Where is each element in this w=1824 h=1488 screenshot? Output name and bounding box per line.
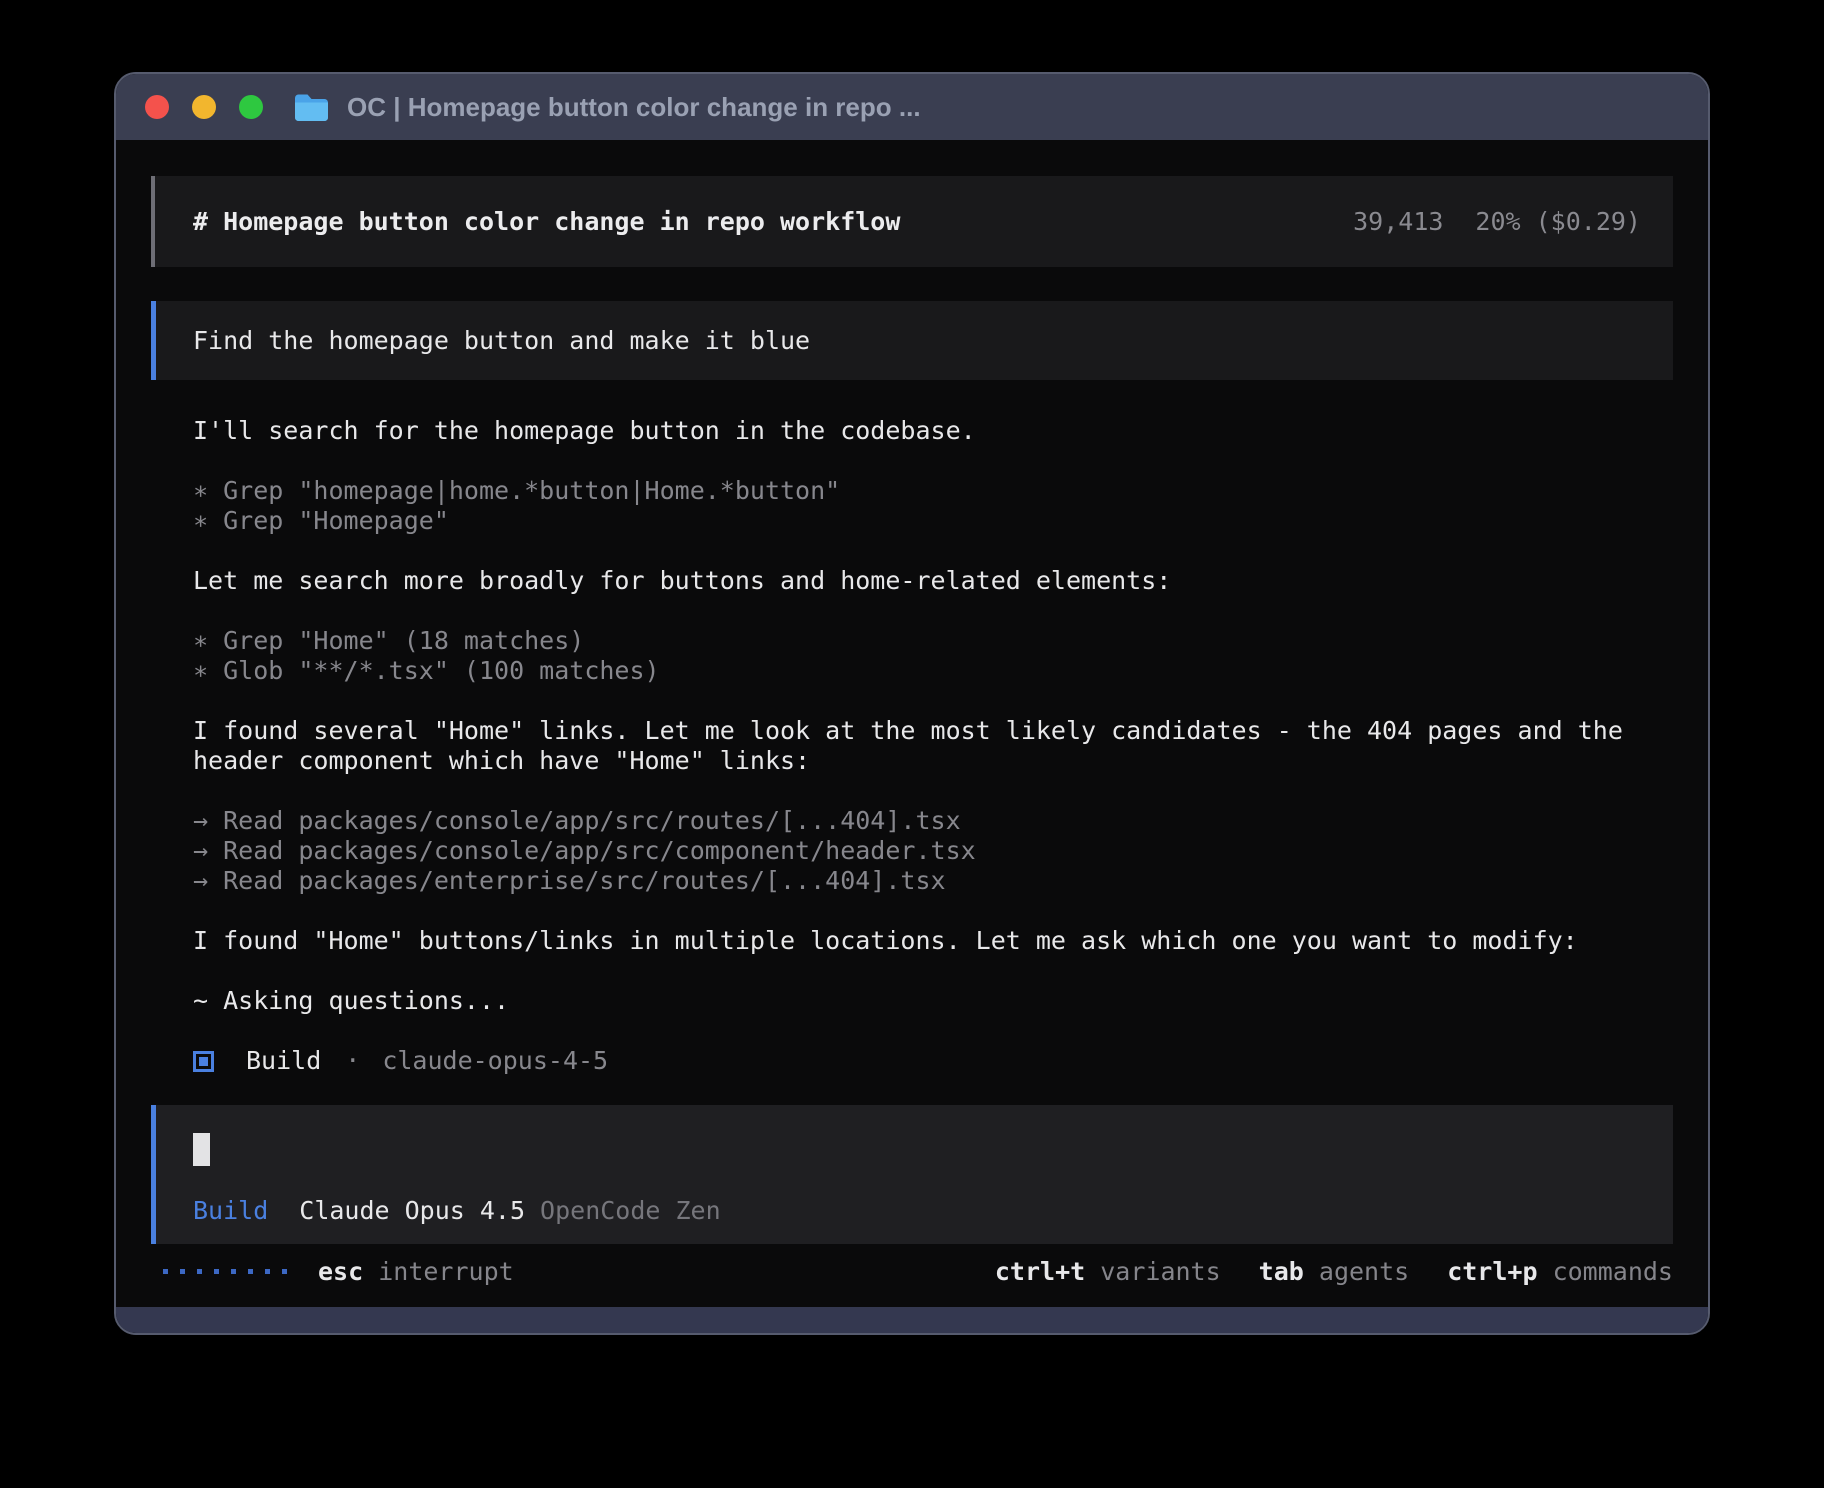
tool-call-line: → Read packages/console/app/src/routes/[… — [193, 806, 1673, 836]
session-title: # Homepage button color change in repo w… — [193, 207, 900, 236]
assistant-text-line: Let me search more broadly for buttons a… — [193, 566, 1673, 596]
tool-call-line: ∗ Grep "homepage|home.*button|Home.*butt… — [193, 476, 1673, 506]
tool-call-line: → Read packages/console/app/src/componen… — [193, 836, 1673, 866]
close-button[interactable] — [145, 95, 169, 119]
tool-call-line: ∗ Grep "Homepage" — [193, 506, 1673, 536]
transcript-gap — [193, 686, 1673, 716]
assistant-text-line: I'll search for the homepage button in t… — [193, 416, 1673, 446]
titlebar[interactable]: OC | Homepage button color change in rep… — [116, 74, 1708, 140]
spinner-dot — [282, 1269, 287, 1274]
spinner-dot — [197, 1269, 202, 1274]
minimize-button[interactable] — [192, 95, 216, 119]
hint-interrupt: esc interrupt — [318, 1257, 514, 1286]
input-agent-label[interactable]: Build — [193, 1196, 268, 1225]
assistant-transcript: I'll search for the homepage button in t… — [151, 416, 1673, 1046]
transcript-gap — [193, 446, 1673, 476]
build-agent-icon — [193, 1051, 214, 1072]
status-bar: esc interrupt ctrl+t variants tab agents… — [151, 1256, 1673, 1286]
input-model-label[interactable]: Claude Opus 4.5 — [299, 1196, 525, 1225]
spinner-dot — [231, 1269, 236, 1274]
token-count: 39,413 — [1353, 207, 1443, 236]
folder-icon — [293, 93, 330, 122]
tool-call-line: ∗ Glob "**/*.tsx" (100 matches) — [193, 656, 1673, 686]
model-name: claude-opus-4-5 — [382, 1046, 608, 1076]
session-header: # Homepage button color change in repo w… — [151, 176, 1673, 267]
hint-commands: ctrl+p commands — [1447, 1257, 1673, 1286]
separator-dot: · — [345, 1046, 360, 1076]
tool-call-line: ∗ Grep "Home" (18 matches) — [193, 626, 1673, 656]
prompt-input[interactable]: Build Claude Opus 4.5 OpenCode Zen — [151, 1105, 1673, 1244]
terminal-content: # Homepage button color change in repo w… — [116, 140, 1708, 1307]
input-meta: Build Claude Opus 4.5 OpenCode Zen — [193, 1196, 1643, 1225]
input-provider-label: OpenCode Zen — [540, 1196, 721, 1225]
working-spinner-dots — [163, 1269, 299, 1274]
transcript-gap — [193, 896, 1673, 926]
hint-agents: tab agents — [1259, 1257, 1410, 1286]
agent-name: Build — [246, 1046, 321, 1076]
transcript-gap — [193, 776, 1673, 806]
user-message: Find the homepage button and make it blu… — [151, 301, 1673, 380]
agent-status-line: Build · claude-opus-4-5 — [193, 1046, 1673, 1076]
transcript-gap — [193, 596, 1673, 626]
spinner-dot — [214, 1269, 219, 1274]
context-usage: 20% ($0.29) — [1475, 207, 1641, 236]
terminal-window: OC | Homepage button color change in rep… — [114, 72, 1710, 1335]
assistant-text-line: ~ Asking questions... — [193, 986, 1673, 1016]
hint-variants: ctrl+t variants — [995, 1257, 1221, 1286]
assistant-text-line: I found "Home" buttons/links in multiple… — [193, 926, 1673, 956]
window-title: OC | Homepage button color change in rep… — [347, 92, 921, 123]
spinner-dot — [248, 1269, 253, 1274]
assistant-text-line: I found several "Home" links. Let me loo… — [193, 716, 1673, 776]
text-cursor — [193, 1133, 210, 1166]
tool-call-line: → Read packages/enterprise/src/routes/[.… — [193, 866, 1673, 896]
spinner-dot — [163, 1269, 168, 1274]
zoom-button[interactable] — [239, 95, 263, 119]
user-message-text: Find the homepage button and make it blu… — [193, 326, 810, 355]
window-bottom-bar — [116, 1307, 1708, 1333]
spinner-dot — [180, 1269, 185, 1274]
session-stats: 39,413 20% ($0.29) — [1353, 207, 1641, 236]
transcript-gap — [193, 956, 1673, 986]
transcript-gap — [193, 536, 1673, 566]
spinner-dot — [265, 1269, 270, 1274]
transcript-gap — [193, 1016, 1673, 1046]
